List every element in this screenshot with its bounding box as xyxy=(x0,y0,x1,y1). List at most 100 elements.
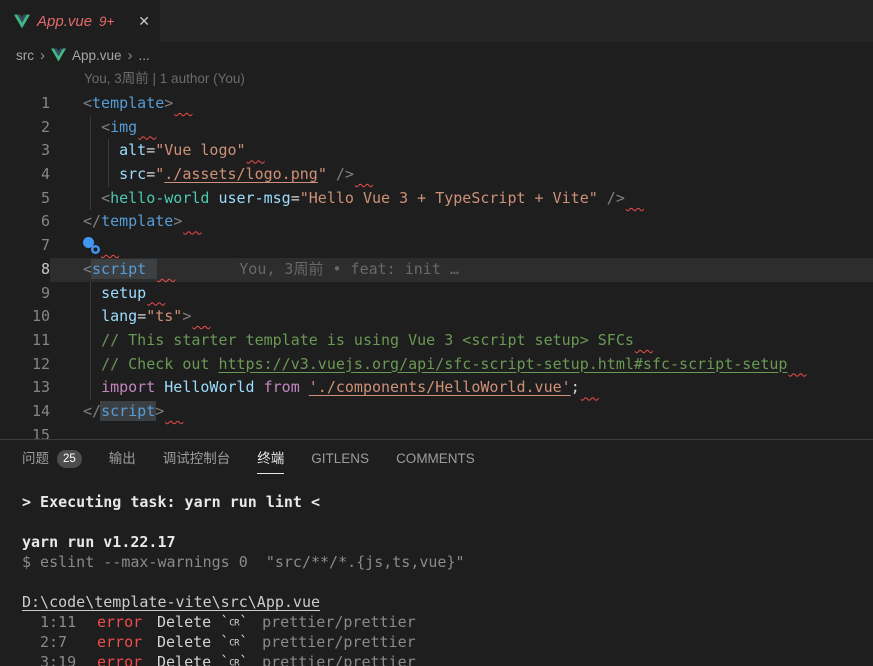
error-rule: prettier/prettier xyxy=(262,633,416,651)
indent-guide xyxy=(108,163,109,187)
error-message-text: ` xyxy=(239,633,249,651)
lint-error-row: 2:7 error Delete `CR` prettier/prettier xyxy=(22,632,873,652)
tab-filename: App.vue xyxy=(37,12,93,30)
code-token: import xyxy=(101,378,156,397)
breadcrumb: src › App.vue ›... xyxy=(0,42,873,69)
line-number: 10 xyxy=(31,307,50,326)
indent-guide xyxy=(90,163,91,187)
code-line: 15 xyxy=(0,424,873,439)
error-severity: error xyxy=(97,653,143,666)
panel-tab-debug-console[interactable]: 调试控制台 xyxy=(163,440,231,478)
code-line-content: </template> xyxy=(50,210,873,234)
indent-guide xyxy=(90,305,91,329)
code-token: // This starter template is using Vue 3 … xyxy=(101,330,634,349)
error-squiggle xyxy=(101,236,119,254)
line-number: 15 xyxy=(31,425,50,439)
panel-tab-gitlens[interactable]: GITLENS xyxy=(311,440,369,478)
code-token: > xyxy=(155,401,165,420)
error-location: 3:19 xyxy=(40,653,77,666)
code-line-content: // This starter template is using Vue 3 … xyxy=(50,328,873,353)
error-squiggle xyxy=(626,189,644,207)
panel-tab-terminal[interactable]: 终端 xyxy=(257,440,285,478)
code-link[interactable]: ./assets/logo.png xyxy=(164,165,318,183)
code-line-content: src="./assets/logo.png" /> xyxy=(50,163,873,187)
code-token: "ts" xyxy=(146,307,183,326)
line-number: 8 xyxy=(40,259,50,278)
error-squiggle xyxy=(788,355,806,373)
indent-guide xyxy=(108,139,109,164)
code-line: 5 <hello-world user-msg="Hello Vue 3 + T… xyxy=(0,186,873,211)
carriage-return-symbol: CR xyxy=(229,638,240,649)
code-line: 13 import HelloWorld from './components/… xyxy=(0,376,873,400)
error-squiggle xyxy=(247,141,265,159)
comment-thread-icon[interactable] xyxy=(83,237,100,255)
line-number: 9 xyxy=(40,283,50,302)
task-header-line: > Executing task: yarn run lint < xyxy=(22,493,321,511)
line-number: 1 xyxy=(40,94,50,112)
editor-tab-bar: App.vue 9+ ✕ xyxy=(0,0,873,42)
editor-tab-appvue[interactable]: App.vue 9+ ✕ xyxy=(0,0,160,42)
indent-guide xyxy=(90,139,91,164)
code-token: src xyxy=(119,165,147,184)
code-token: = xyxy=(137,307,147,326)
code-token: "Hello Vue 3 + TypeScript + Vite" xyxy=(299,188,598,207)
tab-close-icon[interactable]: ✕ xyxy=(138,13,150,30)
code-line: 11 // This starter template is using Vue… xyxy=(0,328,873,353)
code-token: </ xyxy=(83,401,102,420)
code-token: user-msg xyxy=(218,188,291,207)
lint-error-row: 1:11 error Delete `CR` prettier/prettier xyxy=(22,612,873,632)
panel-tab-problems[interactable]: 问题 25 xyxy=(22,440,82,478)
error-squiggle xyxy=(183,212,201,230)
indent-guide xyxy=(90,281,91,306)
error-message-text: Delete ` xyxy=(157,653,230,666)
error-severity: error xyxy=(97,633,143,651)
error-message-text: Delete ` xyxy=(157,633,230,651)
error-rule: prettier/prettier xyxy=(262,653,416,666)
code-line-content: </script> xyxy=(50,400,873,424)
code-line-content: alt="Vue logo" xyxy=(50,139,873,164)
breadcrumb-separator: › xyxy=(40,47,45,64)
file-path-link[interactable]: D:\code\template-vite\src\App.vue xyxy=(22,592,873,612)
code-line-content: // Check out https://v3.vuejs.org/api/sf… xyxy=(50,352,873,377)
blame-annotation: You, 3周前 | 1 author (You) xyxy=(84,71,245,86)
code-token: /> xyxy=(606,188,625,207)
code-link[interactable]: https://v3.vuejs.org/api/sfc-script-setu… xyxy=(218,355,787,373)
code-line-content: <template> xyxy=(50,92,873,116)
code-editor[interactable]: 1 <template> 2 <img 3 alt="Vue logo" 4 sr… xyxy=(0,92,873,439)
breadcrumb-item-appvue[interactable]: App.vue xyxy=(51,48,122,63)
code-token: script xyxy=(92,259,157,278)
code-token: hello-world xyxy=(110,188,210,207)
code-line: 1 <template> xyxy=(0,92,873,116)
breadcrumb-item-src[interactable]: src xyxy=(16,48,34,63)
panel-tab-comments[interactable]: COMMENTS xyxy=(396,440,475,478)
code-token: lang xyxy=(101,307,138,326)
code-token: "Vue logo" xyxy=(155,141,246,160)
code-line: 6 </template> xyxy=(0,210,873,234)
panel-tab-label: GITLENS xyxy=(311,451,370,466)
line-number: 11 xyxy=(31,330,50,349)
carriage-return-symbol: CR xyxy=(229,658,240,666)
code-token: < xyxy=(101,117,111,136)
breadcrumb-item-[interactable]: ... xyxy=(139,48,150,63)
code-line: 7 xyxy=(0,234,873,258)
error-squiggle xyxy=(355,165,373,183)
code-line-content xyxy=(50,424,873,439)
breadcrumb-separator: › xyxy=(127,47,133,64)
code-link[interactable]: './components/HelloWorld.vue' xyxy=(309,378,571,396)
breadcrumb-item-label: src xyxy=(16,48,34,63)
lint-error-row: 3:19 error Delete `CR` prettier/prettier xyxy=(22,652,873,666)
code-line: 3 alt="Vue logo" xyxy=(0,139,873,164)
panel-tab-output[interactable]: 输出 xyxy=(109,440,136,478)
code-token: script xyxy=(101,401,156,420)
terminal-line: yarn run v1.22.17 xyxy=(22,533,176,551)
